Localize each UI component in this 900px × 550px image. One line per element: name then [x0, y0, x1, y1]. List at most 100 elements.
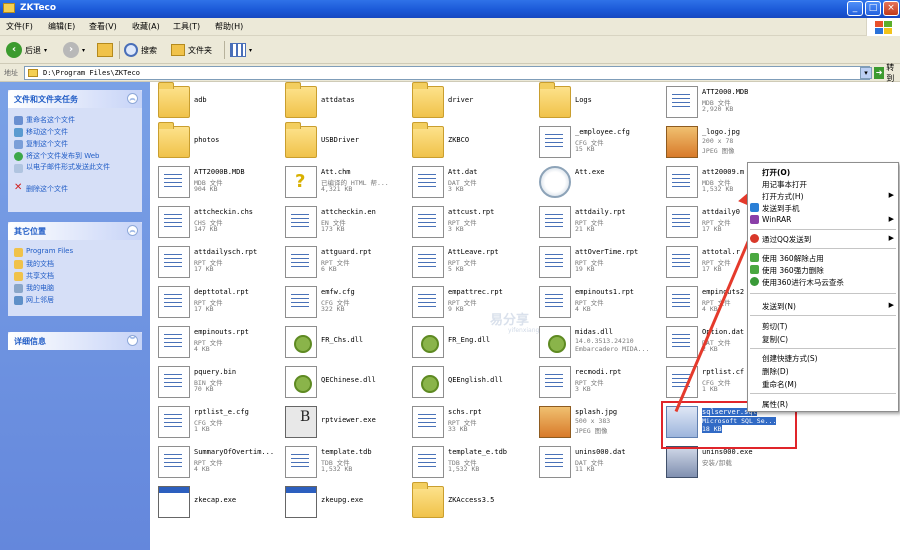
menu-edit[interactable]: 编辑(E): [48, 21, 75, 32]
place-program-files[interactable]: Program Files: [8, 247, 142, 258]
task-copy[interactable]: 复制这个文件: [8, 139, 142, 150]
document-icon: [666, 286, 698, 318]
file-item[interactable]: template.tdb TDB 文件 1,532 KB: [281, 442, 405, 482]
file-item[interactable]: empinouts1.rpt RPT 文件 4 KB: [535, 282, 659, 322]
file-item[interactable]: Att.exe: [535, 162, 659, 202]
task-publish-web[interactable]: 将这个文件发布到 Web: [8, 151, 142, 162]
ctx-360-delete[interactable]: 使用 360强力删除: [762, 265, 824, 276]
file-item[interactable]: AttLeave.rpt RPT 文件 5 KB: [408, 242, 532, 282]
file-item[interactable]: driver: [408, 82, 532, 122]
ctx-send-phone[interactable]: 发送到手机: [762, 203, 800, 214]
menu-favorites[interactable]: 收藏(A): [132, 21, 160, 32]
task-email[interactable]: 以电子邮件形式发送此文件: [8, 163, 142, 183]
go-button[interactable]: ➜ 转到: [874, 63, 900, 83]
file-item[interactable]: _logo.jpg 200 x 78 JPEG 图像: [662, 122, 786, 162]
up-folder-button[interactable]: [97, 41, 113, 59]
folder-icon: [412, 122, 444, 158]
place-my-computer[interactable]: 我的电脑: [8, 283, 142, 294]
collapse-icon[interactable]: ︽: [127, 93, 138, 104]
ctx-360-unlock[interactable]: 使用 360解除占用: [762, 253, 824, 264]
close-button[interactable]: ×: [883, 1, 899, 16]
ctx-delete[interactable]: 删除(D): [762, 366, 789, 377]
file-item[interactable]: zkeupg.exe: [281, 482, 405, 522]
file-item[interactable]: template_e.tdb TDB 文件 1,532 KB: [408, 442, 532, 482]
file-tasks-header[interactable]: 文件和文件夹任务 ︽: [8, 90, 142, 108]
file-item[interactable]: attOverTime.rpt RPT 文件 19 KB: [535, 242, 659, 282]
file-item[interactable]: attdatas: [281, 82, 405, 122]
file-item[interactable]: attdailysch.rpt RPT 文件 17 KB: [154, 242, 278, 282]
file-item[interactable]: emfw.cfg CFG 文件 322 KB: [281, 282, 405, 322]
task-rename[interactable]: 重命名这个文件: [8, 115, 142, 126]
file-item[interactable]: rptviewer.exe: [281, 402, 405, 442]
file-item[interactable]: splash.jpg 500 x 383 JPEG 图像: [535, 402, 659, 442]
file-item[interactable]: pquery.bin BIN 文件 70 KB: [154, 362, 278, 402]
file-item[interactable]: USBDriver: [281, 122, 405, 162]
task-delete[interactable]: ✕ 删除这个文件: [8, 182, 142, 195]
file-item[interactable]: attcheckin.chs CHS 文件 147 KB: [154, 202, 278, 242]
search-button[interactable]: 搜索: [124, 41, 157, 59]
file-item[interactable]: ZKAccess3.5: [408, 482, 532, 522]
file-item[interactable]: attcust.rpt RPT 文件 3 KB: [408, 202, 532, 242]
details-header[interactable]: 详细信息 ︾: [8, 332, 142, 350]
file-type: 安装/卸载: [702, 459, 732, 467]
ctx-open-with[interactable]: 打开方式(H): [762, 191, 804, 202]
file-item[interactable]: QEChinese.dll: [281, 362, 405, 402]
file-item[interactable]: _employee.cfg CFG 文件 15 KB: [535, 122, 659, 162]
minimize-button[interactable]: _: [847, 1, 863, 16]
menu-help[interactable]: 帮助(H): [215, 21, 243, 32]
document-icon: [158, 206, 190, 238]
forward-button[interactable]: › ▾: [63, 41, 85, 59]
task-pane: 文件和文件夹任务 ︽ 重命名这个文件 移动这个文件 复制这个文件 将这个文件发布…: [0, 82, 150, 550]
file-item[interactable]: photos: [154, 122, 278, 162]
file-item[interactable]: SummaryOfOvertim... RPT 文件 4 KB: [154, 442, 278, 482]
file-name: attdailysch.rpt: [194, 248, 258, 256]
maximize-button[interactable]: □: [865, 1, 881, 16]
views-button[interactable]: ▾: [230, 41, 252, 59]
file-item[interactable]: Att.dat DAT 文件 3 KB: [408, 162, 532, 202]
file-item[interactable]: rptlist_e.cfg CFG 文件 1 KB: [154, 402, 278, 442]
menu-file[interactable]: 文件(F): [6, 21, 33, 32]
ctx-copy[interactable]: 复制(C): [762, 334, 788, 345]
file-item[interactable]: depttotal.rpt RPT 文件 17 KB: [154, 282, 278, 322]
file-item[interactable]: empinouts.rpt RPT 文件 4 KB: [154, 322, 278, 362]
place-shared-documents[interactable]: 共享文档: [8, 271, 142, 282]
expand-icon[interactable]: ︾: [127, 335, 138, 346]
file-item[interactable]: adb: [154, 82, 278, 122]
ctx-winrar[interactable]: WinRAR: [762, 215, 791, 224]
file-item[interactable]: recmodi.rpt RPT 文件 3 KB: [535, 362, 659, 402]
file-item[interactable]: ZKBCO: [408, 122, 532, 162]
file-item[interactable]: schs.rpt RPT 文件 33 KB: [408, 402, 532, 442]
task-move[interactable]: 移动这个文件: [8, 127, 142, 138]
ctx-cut[interactable]: 剪切(T): [762, 321, 787, 332]
file-item[interactable]: Att.chm已编译的 HTML 帮...4,321 KB: [281, 162, 405, 202]
file-item[interactable]: zkecap.exe: [154, 482, 278, 522]
file-item[interactable]: attdaily.rpt RPT 文件 21 KB: [535, 202, 659, 242]
file-item[interactable]: QEEnglish.dll: [408, 362, 532, 402]
file-item[interactable]: attcheckin.en EN 文件 173 KB: [281, 202, 405, 242]
back-button[interactable]: ‹ 后退 ▾: [6, 41, 47, 59]
ctx-rename[interactable]: 重命名(M): [762, 379, 797, 390]
file-item[interactable]: ATT2000B.MDB MDB 文件 904 KB: [154, 162, 278, 202]
address-dropdown-button[interactable]: ▾: [860, 67, 872, 79]
ctx-send-to[interactable]: 发送到(N): [762, 301, 796, 312]
ctx-open-notepad[interactable]: 用记事本打开: [762, 179, 807, 190]
ctx-open[interactable]: 打开(O): [762, 167, 790, 178]
address-input[interactable]: D:\Program Files\ZKTeco: [24, 66, 870, 80]
file-item[interactable]: unins000.dat DAT 文件 11 KB: [535, 442, 659, 482]
place-my-documents[interactable]: 我的文档: [8, 259, 142, 270]
file-item[interactable]: Logs: [535, 82, 659, 122]
place-network[interactable]: 网上邻居: [8, 295, 142, 306]
file-item[interactable]: attguard.rpt RPT 文件 6 KB: [281, 242, 405, 282]
menu-tools[interactable]: 工具(T): [173, 21, 200, 32]
collapse-icon[interactable]: ︽: [127, 225, 138, 236]
file-item[interactable]: ATT2000.MDB MDB 文件 2,920 KB: [662, 82, 786, 122]
file-item[interactable]: midas.dll 14.0.3513.24210 Embarcadero MIDA…: [535, 322, 659, 362]
ctx-create-shortcut[interactable]: 创建快捷方式(S): [762, 353, 818, 364]
folders-button[interactable]: 文件夹: [171, 41, 212, 59]
ctx-360-scan[interactable]: 使用360进行木马云查杀: [762, 277, 844, 288]
other-places-header[interactable]: 其它位置 ︽: [8, 222, 142, 240]
ctx-qq-send[interactable]: 通过QQ发送到: [762, 234, 811, 245]
menu-view[interactable]: 查看(V): [89, 21, 117, 32]
file-item[interactable]: FR_Chs.dll: [281, 322, 405, 362]
ctx-properties[interactable]: 属性(R): [762, 399, 788, 410]
